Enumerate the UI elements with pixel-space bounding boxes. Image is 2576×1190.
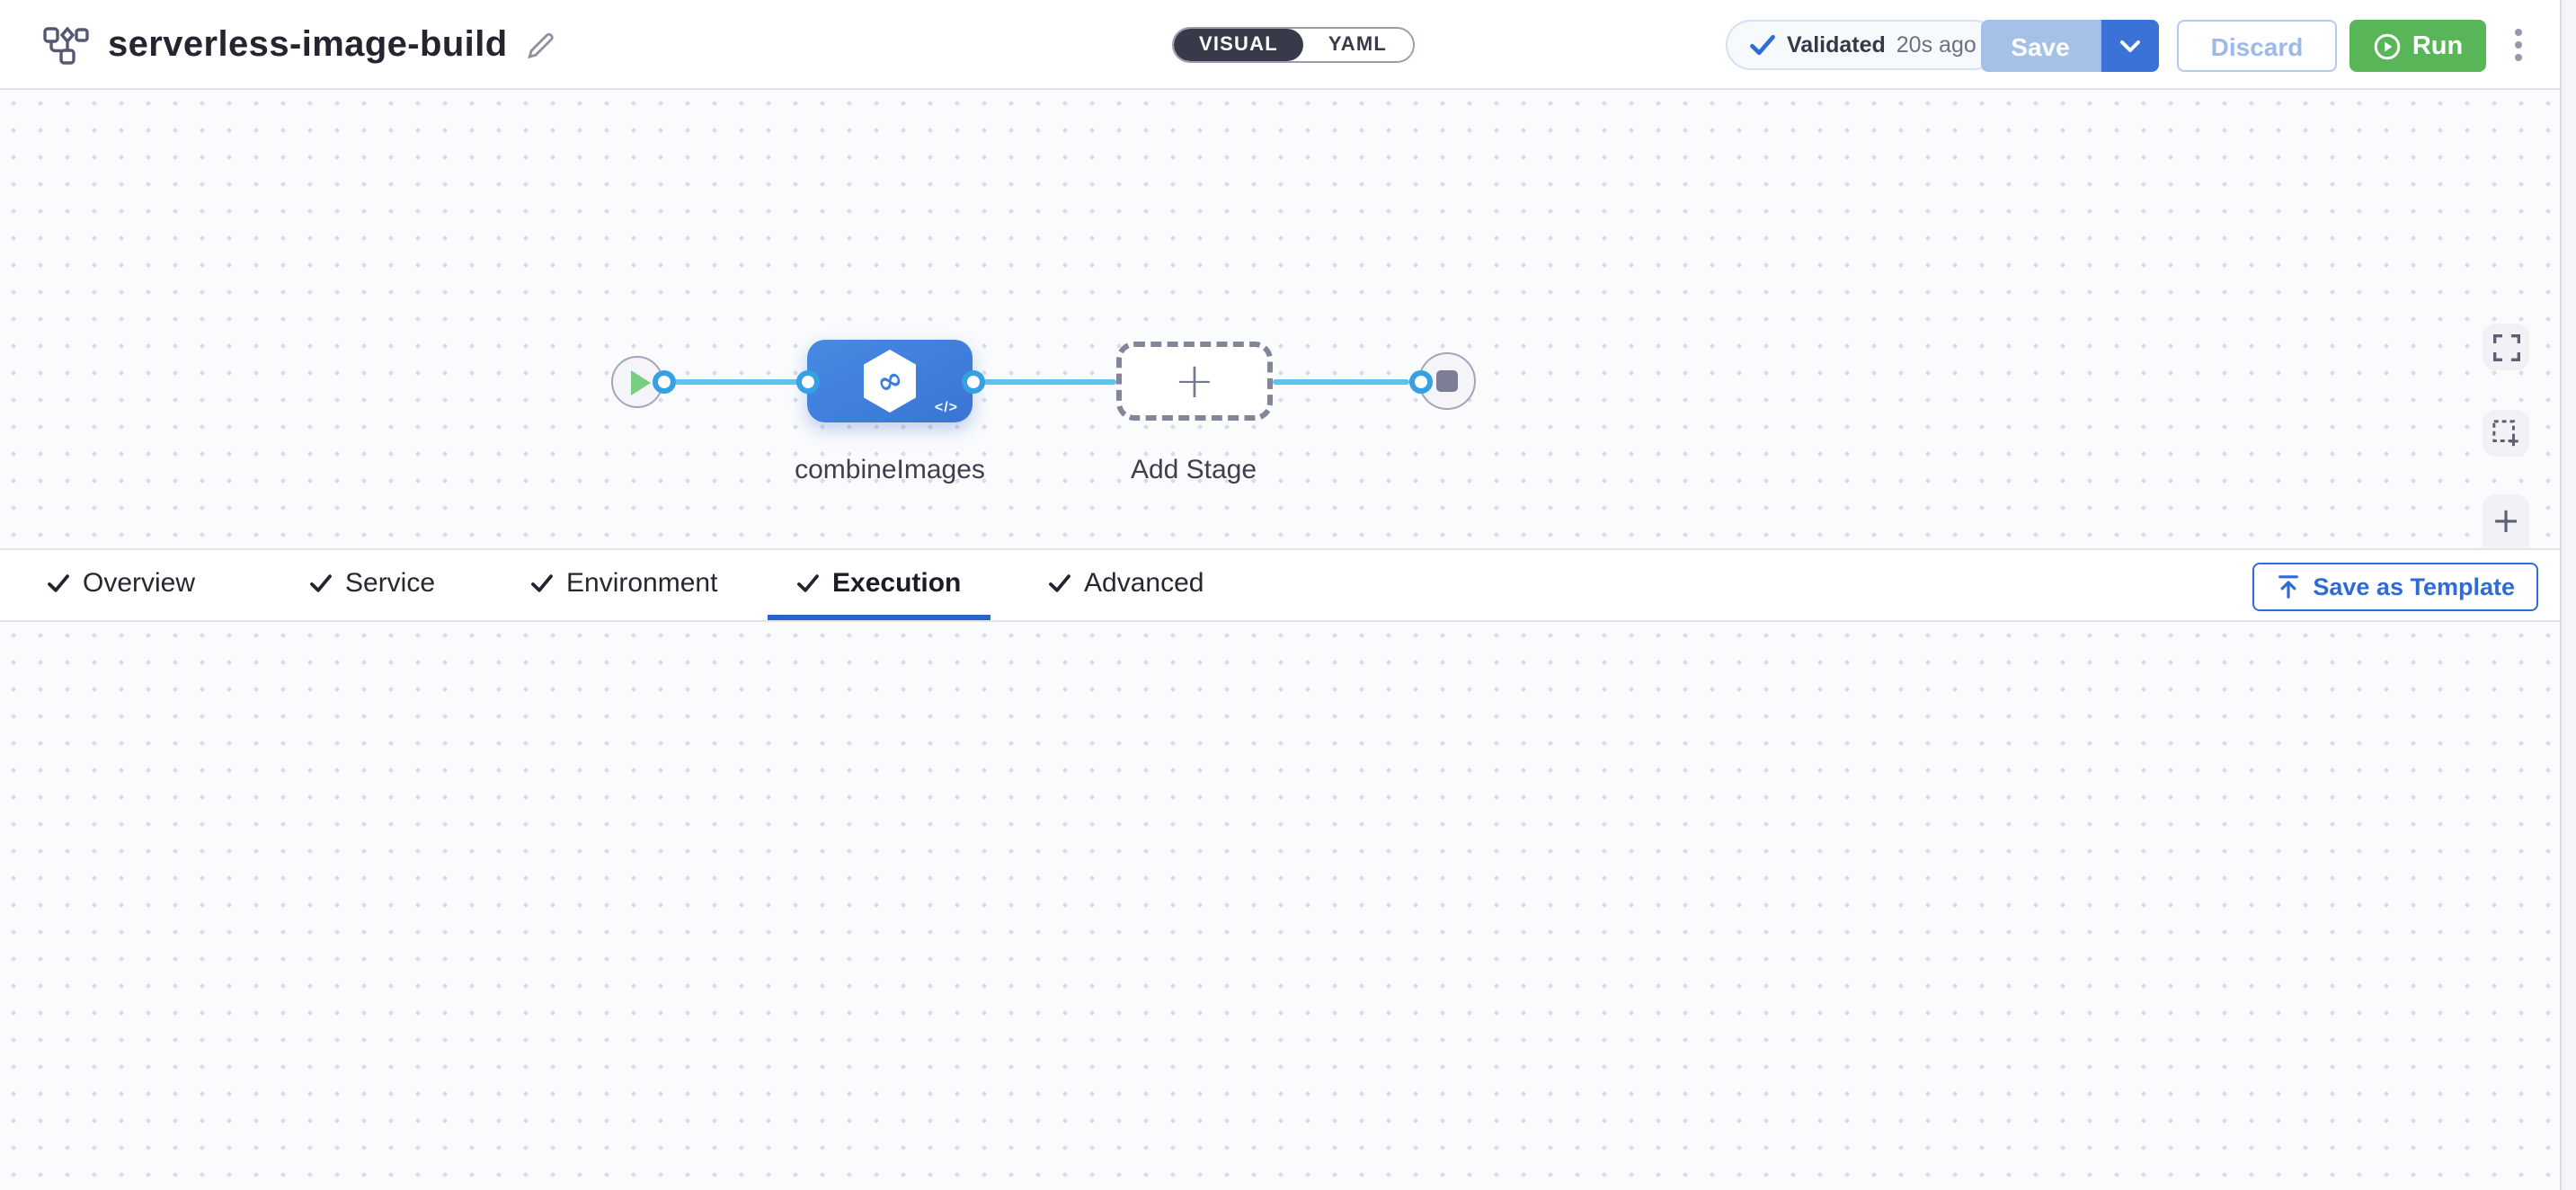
tab-environment[interactable]: Environment	[502, 550, 746, 620]
run-label: Run	[2412, 31, 2463, 60]
tab-visual[interactable]: VISUAL	[1174, 29, 1303, 61]
tab-overview[interactable]: Overview	[18, 550, 224, 620]
pipeline-icon	[43, 26, 90, 64]
add-stage-label: Add Stage	[1131, 451, 1257, 491]
pipeline-studio: serverless-image-build VISUAL YAML Valid…	[0, 0, 2576, 1190]
hexagon-infinity-icon: ∞	[859, 347, 920, 415]
fullscreen-icon	[2492, 333, 2519, 360]
validated-label: Validated	[1787, 32, 1886, 58]
page-title: serverless-image-build	[108, 24, 508, 66]
save-as-template-button[interactable]: Save as Template	[2252, 563, 2538, 611]
more-options-button[interactable]	[2504, 23, 2533, 67]
stage-label: combineImages	[795, 451, 985, 491]
check-icon	[1749, 34, 1776, 56]
stop-icon	[1436, 370, 1458, 392]
validated-time: 20s ago	[1896, 32, 1976, 58]
tab-service[interactable]: Service	[280, 550, 464, 620]
add-stage-button[interactable]: +	[1116, 342, 1273, 421]
chevron-down-icon	[2119, 39, 2141, 53]
check-icon	[1048, 573, 1071, 592]
tab-yaml[interactable]: YAML	[1303, 29, 1412, 61]
validated-badge[interactable]: Validated 20s ago	[1726, 20, 2000, 70]
port	[1408, 369, 1432, 393]
save-dropdown-button[interactable]	[2100, 20, 2159, 72]
pencil-icon	[526, 30, 556, 60]
run-button[interactable]: Run	[2349, 20, 2486, 72]
tab-advanced[interactable]: Advanced	[1019, 550, 1232, 620]
stage-canvas: ∞ </> + combineImages Add Stage	[0, 90, 2576, 548]
tab-execution[interactable]: Execution	[768, 550, 990, 620]
connector	[1273, 378, 1409, 384]
pipeline-title-group: serverless-image-build	[43, 0, 556, 90]
port	[652, 369, 675, 393]
topbar: serverless-image-build VISUAL YAML Valid…	[0, 0, 2576, 90]
check-icon	[530, 573, 554, 592]
marquee-select-button[interactable]	[2483, 410, 2529, 457]
execution-canvas: Execution Rol	[0, 622, 2576, 1190]
marquee-selection-icon	[2492, 419, 2520, 448]
code-icon: </>	[935, 399, 958, 415]
upload-icon	[2275, 573, 2300, 600]
port	[795, 369, 819, 393]
save-split-button: Save	[1981, 20, 2159, 72]
check-icon	[796, 573, 820, 592]
connector	[674, 378, 807, 384]
stage-tabbar: Overview Service Environment Execution A…	[0, 548, 2576, 622]
edit-title-button[interactable]	[526, 30, 556, 60]
play-circle-icon	[2373, 31, 2402, 60]
view-mode-toggle: VISUAL YAML	[1172, 27, 1414, 63]
check-icon	[309, 573, 333, 592]
check-icon	[47, 573, 70, 592]
plus-icon: +	[1174, 357, 1214, 405]
stage-node-combineimages[interactable]: ∞ </>	[807, 340, 973, 422]
save-button[interactable]: Save	[1981, 20, 2100, 72]
connector	[983, 378, 1116, 384]
fullscreen-button[interactable]	[2483, 324, 2529, 370]
port	[961, 369, 984, 393]
discard-button[interactable]: Discard	[2177, 20, 2337, 72]
zoom-in-button[interactable]: +	[2483, 494, 2529, 548]
vertical-scrollbar[interactable]	[2560, 0, 2576, 1190]
play-icon	[630, 369, 650, 395]
